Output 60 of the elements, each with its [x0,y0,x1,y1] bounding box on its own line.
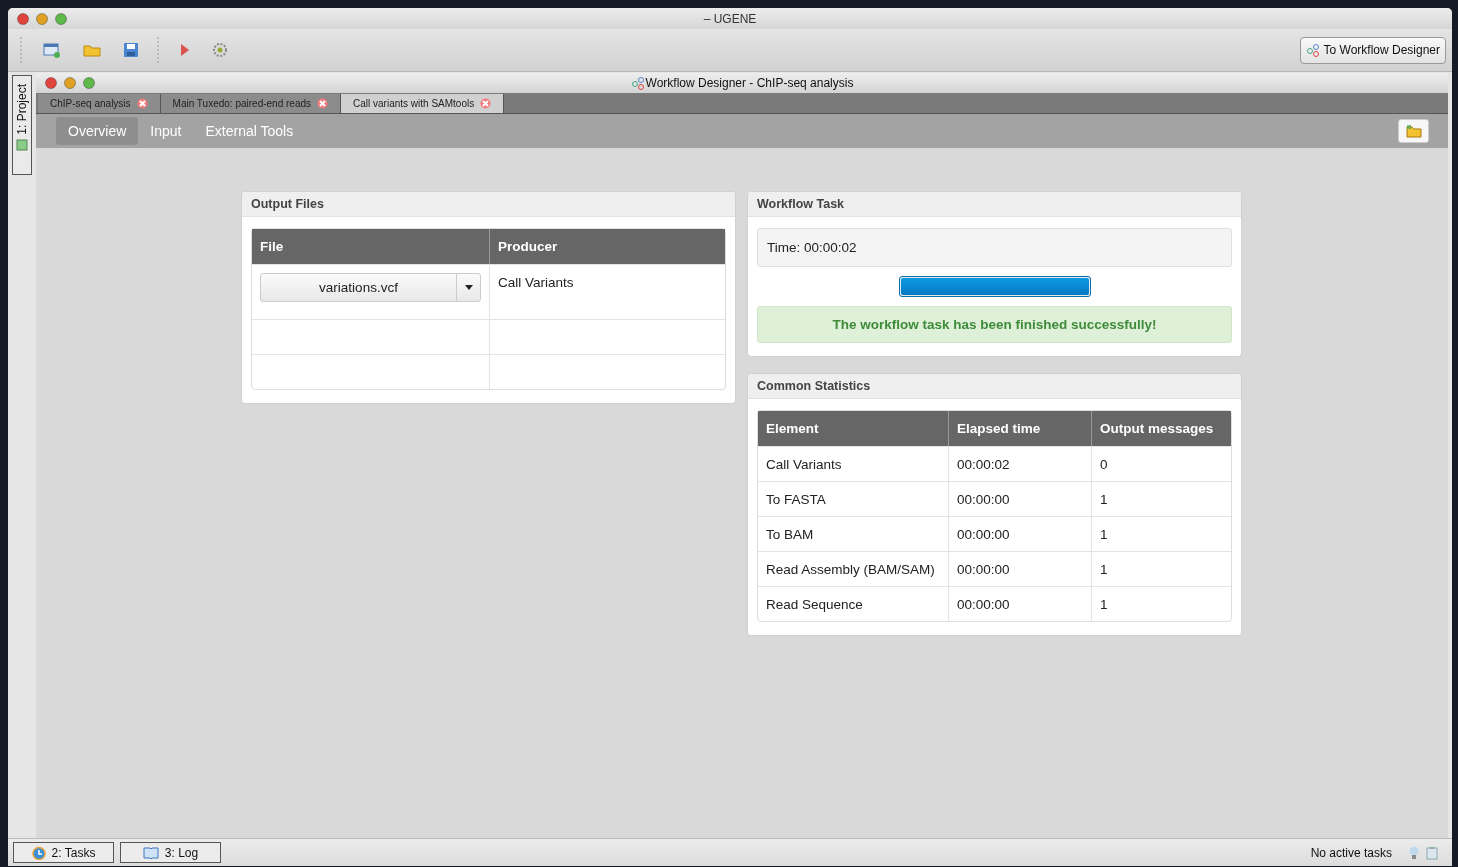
table-cell: 00:00:00 [949,551,1092,586]
tasks-button[interactable]: 2: Tasks [13,842,114,863]
close-button[interactable] [45,77,57,89]
window-title: Workflow Designer - ChIP-seq analysis [645,76,854,90]
table-cell: 0 [1092,446,1231,481]
caret-icon [464,285,473,290]
minimize-button[interactable] [64,77,76,89]
window-title: – UGENE [702,11,758,26]
clipboard-icon [1426,845,1438,860]
table-cell: Read Assembly (BAM/SAM) [758,551,949,586]
folder-icon[interactable] [83,42,101,58]
time-label: Time: 00:00:02 [757,228,1232,267]
play-icon[interactable] [180,43,190,57]
document-tab[interactable]: Call variants with SAMtools [341,94,505,113]
table-cell: To FASTA [758,481,949,516]
status-text: No active tasks [1310,845,1392,860]
save-icon[interactable] [123,42,139,58]
panel-title: Output Files [242,192,735,217]
workflow-icon [1305,42,1320,58]
panel-title: Workflow Task [748,192,1241,217]
column-header: Producer [490,229,725,264]
table-cell: Read Sequence [758,586,949,621]
folder-icon [1405,124,1422,138]
lightbulb-icon [1408,845,1420,860]
close-icon[interactable] [317,98,328,109]
new-document-icon[interactable] [43,42,61,58]
file-dropdown[interactable]: variations.vcf [260,273,481,302]
gear-icon[interactable] [212,42,228,58]
table-cell: 00:00:02 [949,446,1092,481]
zoom-button[interactable] [83,77,95,89]
table-cell: Call Variants [758,446,949,481]
document-tab[interactable]: ChIP-seq analysis [38,94,161,113]
column-header: Element [758,411,949,446]
log-button[interactable]: 3: Log [120,842,221,863]
clock-icon [31,845,46,860]
table-cell: 00:00:00 [949,516,1092,551]
close-icon[interactable] [480,98,492,109]
table-cell: 1 [1092,516,1231,551]
book-icon [142,846,159,859]
close-icon[interactable] [136,98,148,109]
workflow-designer-button[interactable]: To Workflow Designer [1299,36,1446,64]
document-tab[interactable]: Main Tuxedo: paired-end reads [160,94,341,113]
table-cell: 1 [1092,551,1231,586]
table-cell: 1 [1092,481,1231,516]
panel-title: Common Statistics [748,374,1241,399]
project-tab[interactable]: 1: Project [12,75,32,175]
workflow-icon [630,75,645,91]
open-folder-button[interactable] [1398,119,1429,143]
success-message: The workflow task has been finished successfully! [757,306,1232,343]
zoom-button[interactable] [55,12,67,25]
table-cell: 00:00:00 [949,586,1092,621]
column-header: Elapsed time [949,411,1092,446]
minimize-button[interactable] [36,12,48,25]
table-cell: To BAM [758,516,949,551]
table-cell: 1 [1092,586,1231,621]
column-header: File [252,229,490,264]
column-header: Output messages [1092,411,1231,446]
table-cell: 00:00:00 [949,481,1092,516]
close-button[interactable] [17,12,29,25]
table-cell: Call Variants [490,264,725,319]
